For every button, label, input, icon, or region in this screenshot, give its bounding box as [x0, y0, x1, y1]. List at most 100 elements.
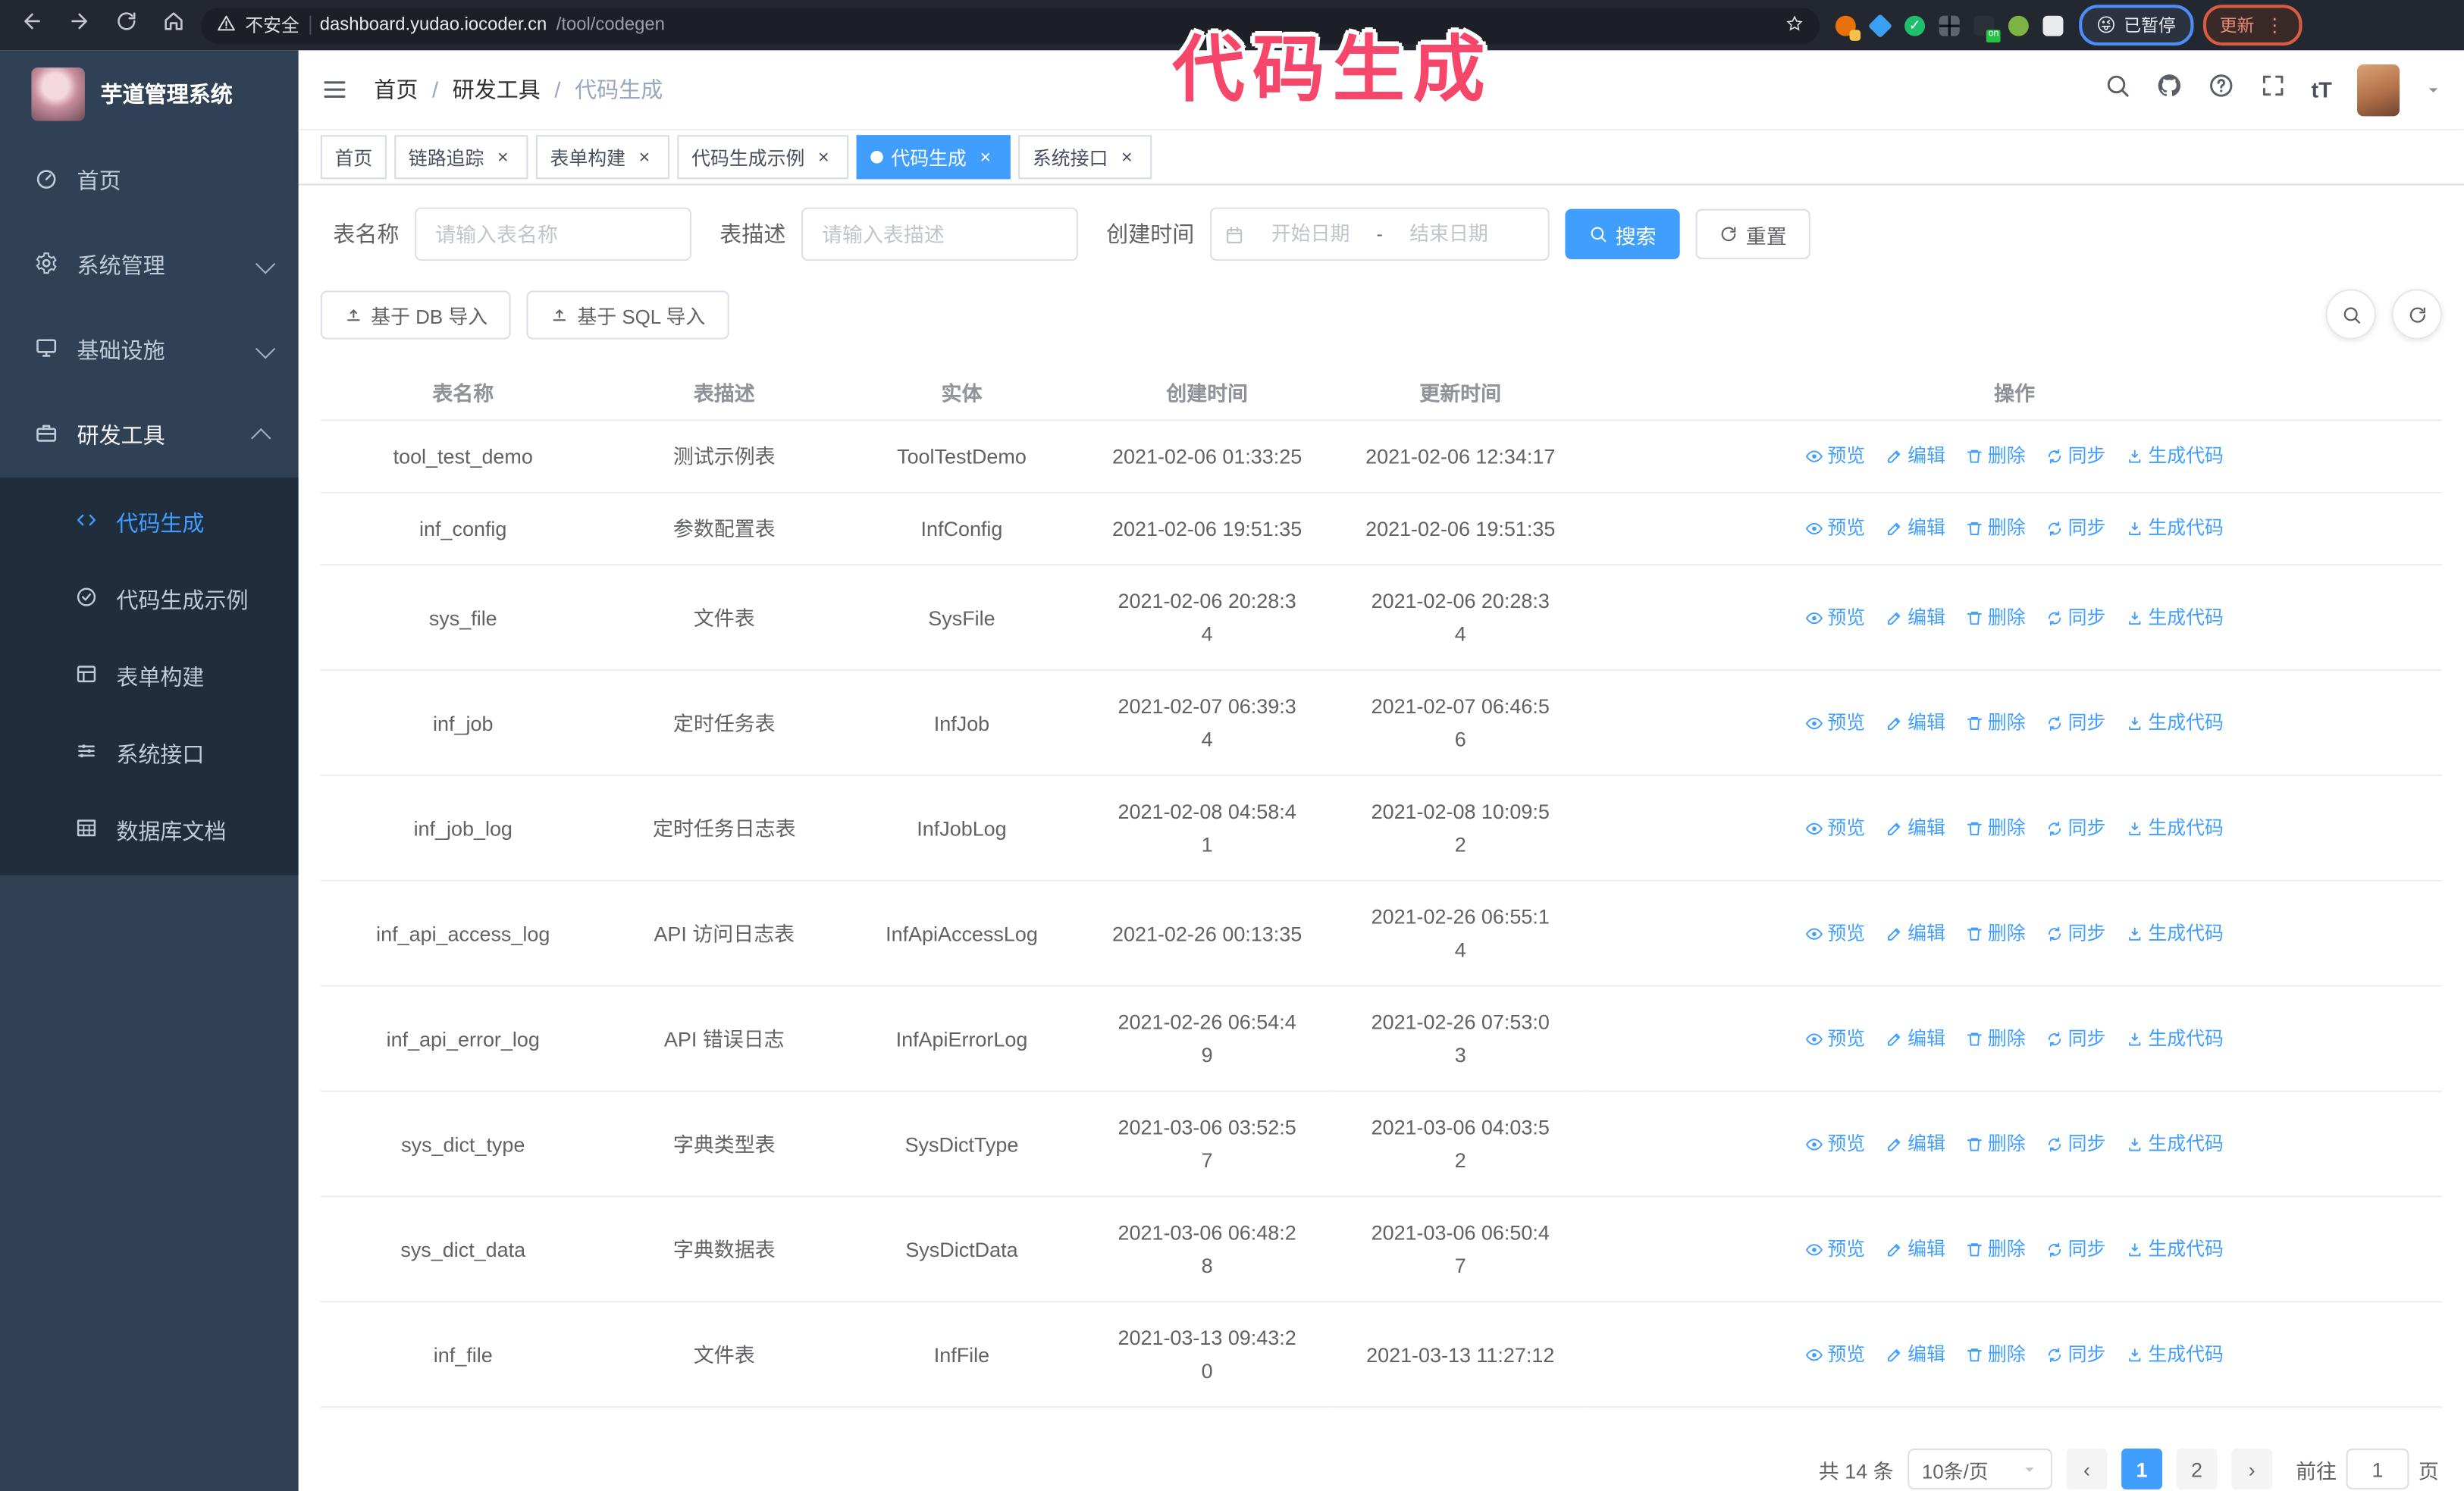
row-action-delete[interactable]: 删除 [1966, 512, 2026, 546]
row-action-sync[interactable]: 同步 [2046, 1338, 2105, 1371]
fullscreen-icon[interactable] [2259, 72, 2286, 107]
sidebar-subitem-db-doc[interactable]: 数据库文档 [0, 792, 299, 869]
row-action-sync[interactable]: 同步 [2046, 706, 2105, 740]
tab-代码生成示例[interactable]: 代码生成示例 × [677, 135, 849, 180]
row-action-edit[interactable]: 编辑 [1886, 1338, 1945, 1371]
tab-首页[interactable]: 首页 [320, 135, 387, 180]
close-tab-icon[interactable]: × [974, 146, 996, 168]
tab-系统接口[interactable]: 系统接口 × [1018, 135, 1152, 180]
breadcrumb-item[interactable]: 首页 [374, 74, 418, 105]
row-action-delete[interactable]: 删除 [1966, 1127, 2026, 1161]
row-action-generate[interactable]: 生成代码 [2126, 601, 2224, 634]
row-action-sync[interactable]: 同步 [2046, 1127, 2105, 1161]
row-action-generate[interactable]: 生成代码 [2126, 812, 2224, 845]
table-desc-input[interactable] [801, 207, 1078, 262]
browser-home-button[interactable] [154, 6, 192, 44]
close-tab-icon[interactable]: × [1116, 146, 1138, 168]
row-action-edit[interactable]: 编辑 [1886, 1127, 1945, 1161]
breadcrumb-item[interactable]: 研发工具 [453, 74, 541, 105]
row-action-preview[interactable]: 预览 [1805, 1127, 1865, 1161]
tab-表单构建[interactable]: 表单构建 × [535, 135, 670, 180]
row-action-sync[interactable]: 同步 [2046, 440, 2105, 473]
sidebar-subitem-form-builder[interactable]: 表单构建 [0, 638, 299, 716]
hamburger-icon[interactable] [321, 75, 349, 103]
close-tab-icon[interactable]: × [492, 146, 514, 168]
row-action-preview[interactable]: 预览 [1805, 1022, 1865, 1055]
toggle-search-button[interactable] [2325, 289, 2376, 340]
row-action-delete[interactable]: 删除 [1966, 440, 2026, 473]
row-action-sync[interactable]: 同步 [2046, 1022, 2105, 1055]
end-date-input[interactable] [1389, 221, 1509, 247]
row-action-generate[interactable]: 生成代码 [2126, 440, 2224, 473]
row-action-delete[interactable]: 删除 [1966, 706, 2026, 740]
row-action-generate[interactable]: 生成代码 [2126, 1233, 2224, 1266]
import-db-button[interactable]: 基于 DB 导入 [320, 290, 512, 339]
font-size-icon[interactable]: tT [2311, 77, 2331, 102]
row-action-generate[interactable]: 生成代码 [2126, 1338, 2224, 1371]
user-avatar[interactable] [2357, 63, 2400, 116]
row-action-edit[interactable]: 编辑 [1886, 1233, 1945, 1266]
create-time-range-picker[interactable]: - [1209, 207, 1550, 262]
ext-green-check-icon[interactable]: ✓ [1904, 14, 1926, 36]
row-action-sync[interactable]: 同步 [2046, 512, 2105, 546]
reset-button[interactable]: 重置 [1695, 208, 1810, 259]
bookmark-star-icon[interactable] [1785, 14, 1804, 37]
row-action-generate[interactable]: 生成代码 [2126, 706, 2224, 740]
row-action-sync[interactable]: 同步 [2046, 1233, 2105, 1266]
help-icon[interactable] [2208, 72, 2234, 107]
sidebar-subitem-system-api[interactable]: 系统接口 [0, 715, 299, 792]
row-action-preview[interactable]: 预览 [1805, 512, 1865, 546]
row-action-preview[interactable]: 预览 [1805, 812, 1865, 845]
page-button-1[interactable]: 1 [2121, 1449, 2162, 1489]
row-action-preview[interactable]: 预览 [1805, 440, 1865, 473]
app-logo[interactable]: 芋道管理系统 [0, 50, 299, 138]
row-action-generate[interactable]: 生成代码 [2126, 512, 2224, 546]
next-page-button[interactable]: › [2231, 1449, 2273, 1489]
row-action-edit[interactable]: 编辑 [1886, 706, 1945, 740]
github-icon[interactable] [2155, 72, 2182, 107]
row-action-delete[interactable]: 删除 [1966, 601, 2026, 634]
page-button-2[interactable]: 2 [2176, 1449, 2218, 1489]
address-bar[interactable]: 不安全 dashboard.yudao.iocoder.cn/tool/code… [201, 7, 1820, 43]
sidebar-item-infra[interactable]: 基础设施 [0, 308, 299, 393]
sidebar-item-home[interactable]: 首页 [0, 138, 299, 223]
browser-back-button[interactable] [13, 6, 51, 44]
close-tab-icon[interactable]: × [813, 146, 835, 168]
row-action-edit[interactable]: 编辑 [1886, 1022, 1945, 1055]
ext-on-switch-icon[interactable]: on [1973, 14, 2001, 42]
ext-blue-gem-icon[interactable] [1867, 12, 1893, 38]
start-date-input[interactable] [1250, 221, 1371, 247]
table-name-input[interactable] [415, 207, 691, 262]
row-action-edit[interactable]: 编辑 [1886, 601, 1945, 634]
tab-代码生成[interactable]: 代码生成 × [856, 135, 1011, 180]
refresh-table-button[interactable] [2391, 289, 2442, 340]
close-tab-icon[interactable]: × [633, 146, 655, 168]
row-action-preview[interactable]: 预览 [1805, 1233, 1865, 1266]
row-action-edit[interactable]: 编辑 [1886, 916, 1945, 950]
ext-grid-icon[interactable] [1939, 14, 1960, 36]
ext-green-icon[interactable] [2008, 14, 2029, 36]
row-action-delete[interactable]: 删除 [1966, 1338, 2026, 1371]
browser-menu-dots-icon[interactable]: ⋮ [2265, 14, 2284, 36]
goto-page-input[interactable] [2346, 1449, 2409, 1489]
row-action-preview[interactable]: 预览 [1805, 601, 1865, 634]
row-action-edit[interactable]: 编辑 [1886, 512, 1945, 546]
page-size-select[interactable]: 10条/页 [1908, 1449, 2052, 1489]
row-action-sync[interactable]: 同步 [2046, 916, 2105, 950]
search-button[interactable]: 搜索 [1565, 208, 1680, 259]
browser-reload-button[interactable] [107, 6, 145, 44]
prev-page-button[interactable]: ‹ [2066, 1449, 2108, 1489]
sidebar-item-system[interactable]: 系统管理 [0, 223, 299, 308]
row-action-sync[interactable]: 同步 [2046, 601, 2105, 634]
search-icon[interactable] [2104, 72, 2130, 107]
sidebar-subitem-codegen-example[interactable]: 代码生成示例 [0, 561, 299, 638]
row-action-preview[interactable]: 预览 [1805, 706, 1865, 740]
import-sql-button[interactable]: 基于 SQL 导入 [527, 290, 729, 339]
browser-update-button[interactable]: 更新 ⋮ [2202, 5, 2302, 46]
avatar-caret-down-icon[interactable] [2425, 81, 2442, 99]
tab-链路追踪[interactable]: 链路追踪 × [394, 135, 528, 180]
profile-sync-paused-pill[interactable]: 😜 已暂停 [2079, 5, 2193, 46]
browser-forward-button[interactable] [60, 6, 98, 44]
row-action-sync[interactable]: 同步 [2046, 812, 2105, 845]
row-action-delete[interactable]: 删除 [1966, 812, 2026, 845]
